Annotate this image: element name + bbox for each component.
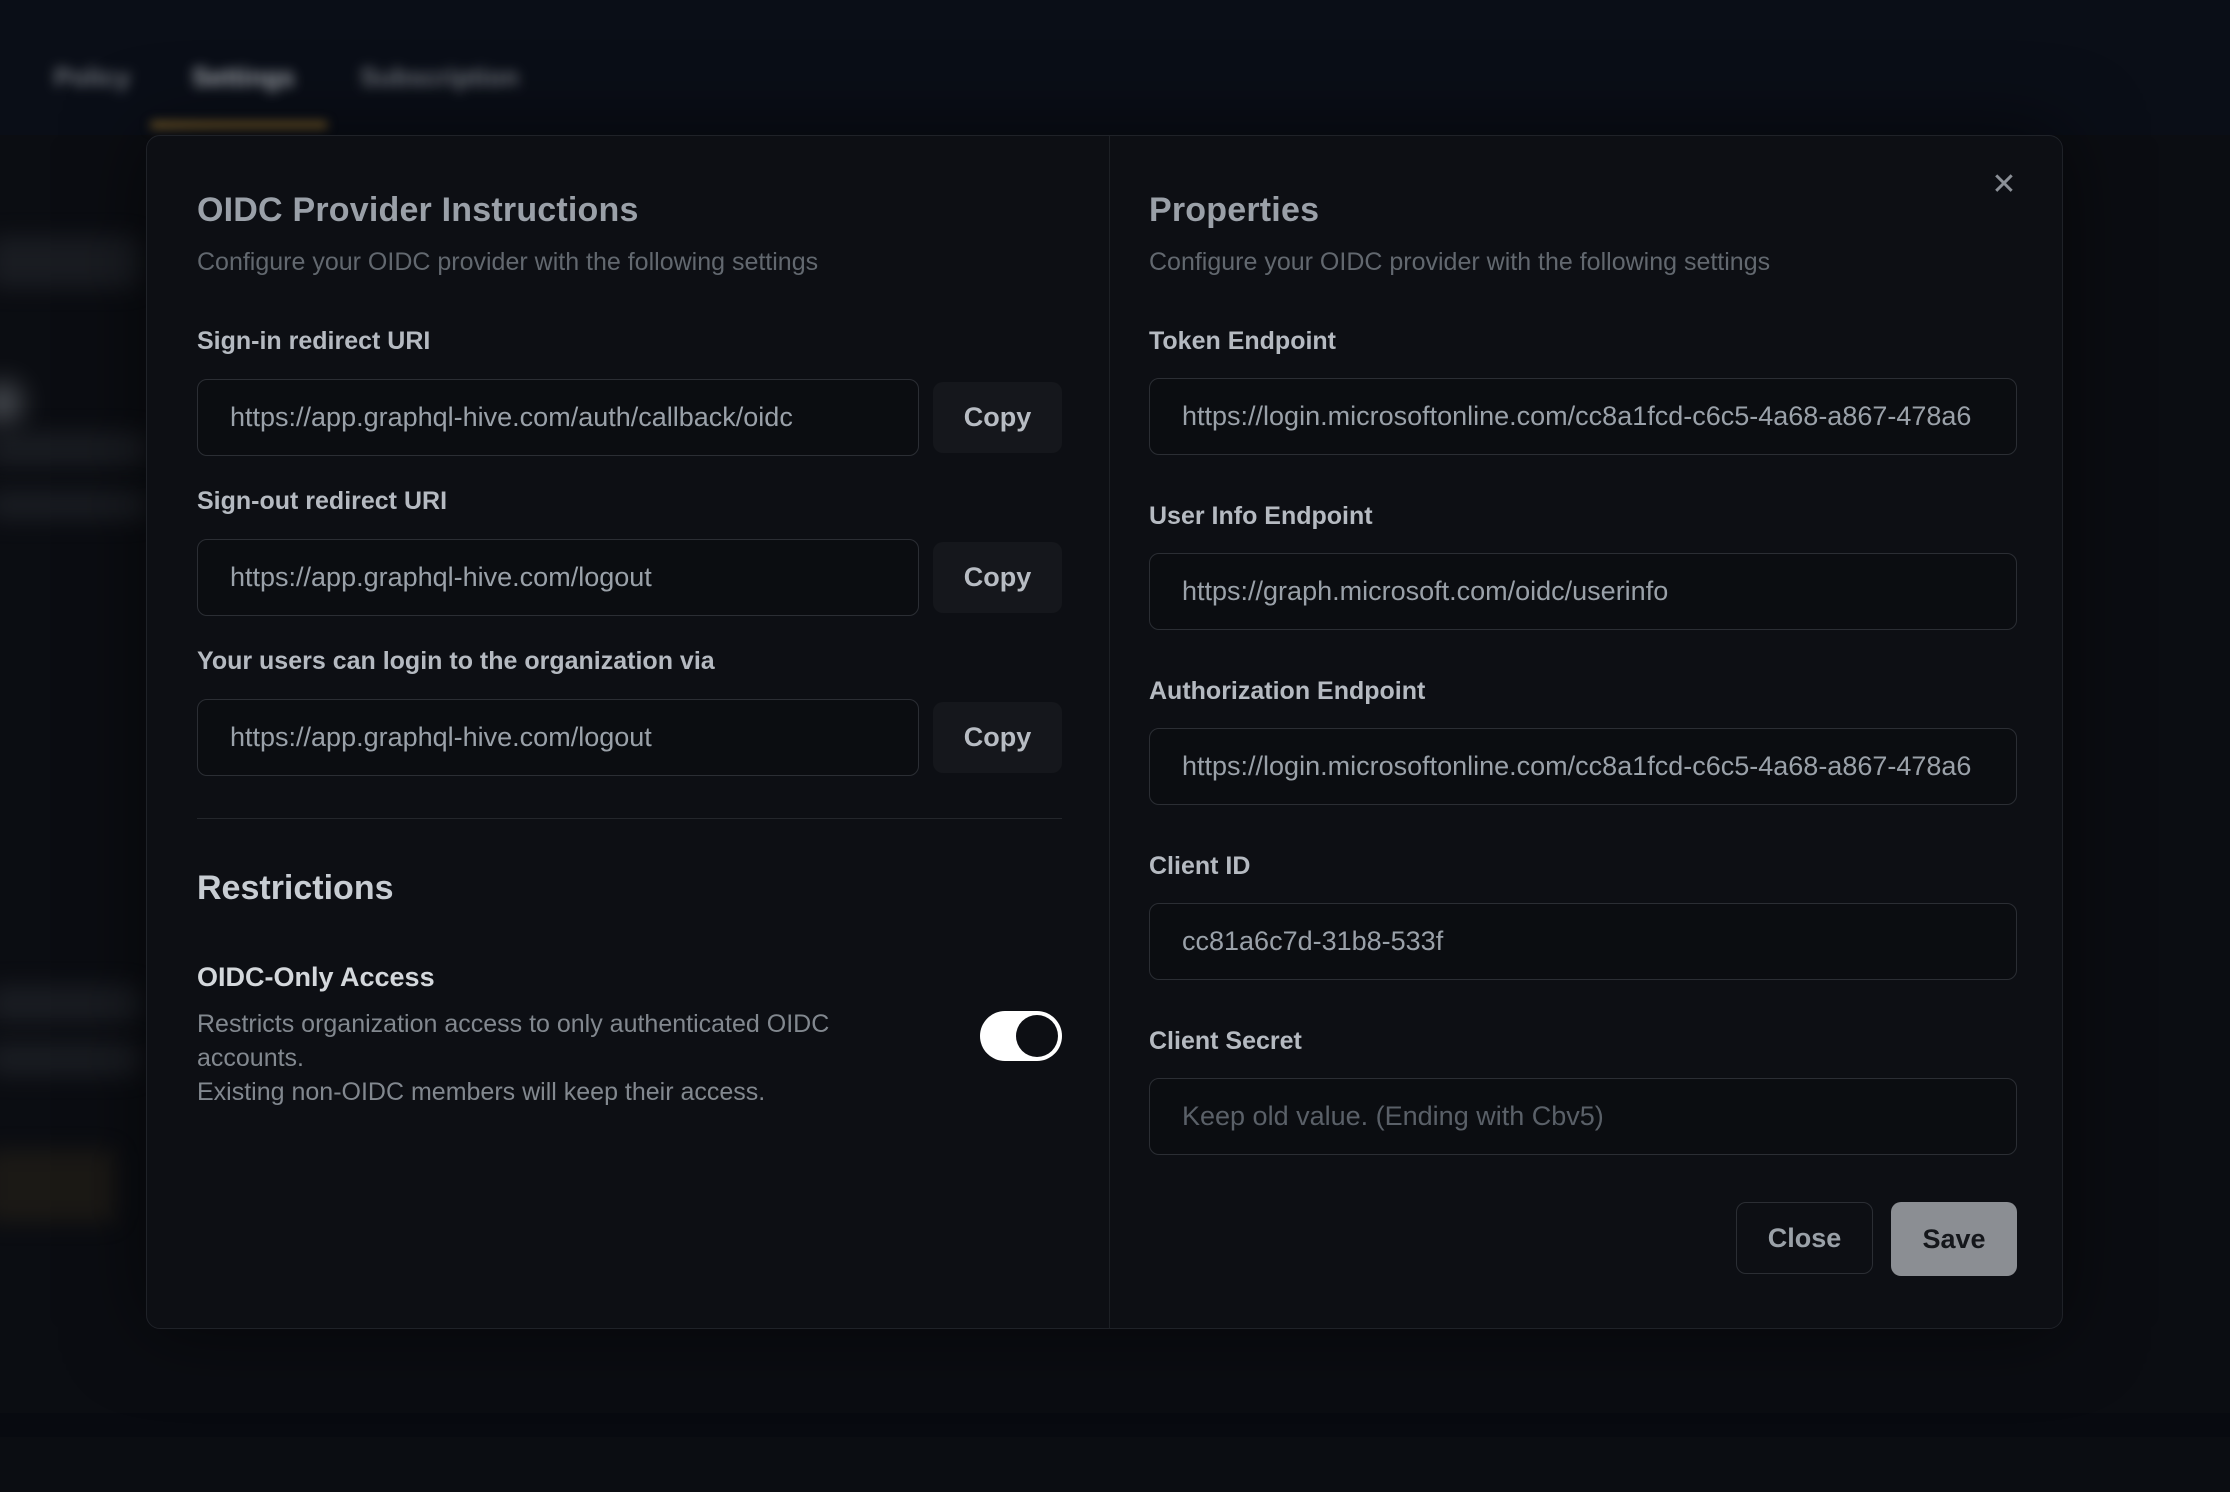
signout-redirect-input[interactable] [197, 539, 919, 616]
copy-signin-redirect-button[interactable]: Copy [933, 382, 1062, 453]
token-endpoint-input[interactable] [1149, 378, 2017, 455]
org-login-input[interactable] [197, 699, 919, 776]
signin-redirect-group: Sign-in redirect URI Copy [197, 327, 1062, 456]
client-secret-label: Client Secret [1149, 1027, 2017, 1056]
instructions-panel: OIDC Provider Instructions Configure you… [197, 181, 1062, 1109]
oidc-only-access-description-line1: Restricts organization access to only au… [197, 1007, 887, 1075]
signout-redirect-group: Sign-out redirect URI Copy [197, 487, 1062, 616]
userinfo-endpoint-label: User Info Endpoint [1149, 502, 2017, 531]
tab-settings[interactable]: Settings [192, 62, 295, 93]
instructions-subtitle: Configure your OIDC provider with the fo… [197, 248, 1062, 277]
token-endpoint-group: Token Endpoint [1149, 327, 2017, 455]
oidc-only-access-label: OIDC-Only Access [197, 962, 887, 993]
token-endpoint-label: Token Endpoint [1149, 327, 2017, 356]
properties-title: Properties [1149, 181, 2017, 230]
userinfo-endpoint-input[interactable] [1149, 553, 2017, 630]
authorization-endpoint-input[interactable] [1149, 728, 2017, 805]
modal-actions: Close Save [1149, 1202, 2017, 1276]
blurred-background-content [0, 432, 148, 466]
close-button[interactable]: Close [1736, 1202, 1873, 1274]
oidc-provider-modal: ✕ OIDC Provider Instructions Configure y… [146, 135, 2063, 1329]
blurred-background-content [0, 985, 140, 1023]
background-bottom-band [0, 1413, 2230, 1437]
save-button[interactable]: Save [1891, 1202, 2017, 1276]
toggle-thumb [1016, 1015, 1058, 1057]
client-id-group: Client ID [1149, 852, 2017, 980]
active-tab-indicator [150, 121, 328, 129]
column-divider [1109, 136, 1110, 1328]
signout-redirect-label: Sign-out redirect URI [197, 487, 1062, 516]
blurred-background-content [0, 236, 140, 288]
blurred-background-content [0, 1042, 140, 1076]
org-login-group: Your users can login to the organization… [197, 647, 1062, 776]
instructions-title: OIDC Provider Instructions [197, 181, 1062, 230]
background-top-band [0, 0, 2230, 135]
oidc-only-access-row: OIDC-Only Access Restricts organization … [197, 962, 1062, 1109]
blurred-background-content [0, 383, 20, 423]
authorization-endpoint-group: Authorization Endpoint [1149, 677, 2017, 805]
client-id-label: Client ID [1149, 852, 2017, 881]
properties-panel: Properties Configure your OIDC provider … [1149, 181, 2017, 1276]
authorization-endpoint-label: Authorization Endpoint [1149, 677, 2017, 706]
blurred-background-content [0, 490, 148, 520]
copy-org-login-button[interactable]: Copy [933, 702, 1062, 773]
client-secret-group: Client Secret [1149, 1027, 2017, 1155]
client-id-input[interactable] [1149, 903, 2017, 980]
blurred-background-button [0, 1150, 116, 1222]
oidc-only-access-description-line2: Existing non-OIDC members will keep thei… [197, 1075, 887, 1109]
copy-signout-redirect-button[interactable]: Copy [933, 542, 1062, 613]
restrictions-divider [197, 818, 1062, 819]
tab-subscription[interactable]: Subscription [360, 62, 519, 93]
org-login-label: Your users can login to the organization… [197, 647, 1062, 676]
signin-redirect-label: Sign-in redirect URI [197, 327, 1062, 356]
signin-redirect-input[interactable] [197, 379, 919, 456]
oidc-only-access-toggle[interactable] [980, 1011, 1062, 1061]
restrictions-title: Restrictions [197, 869, 1062, 908]
userinfo-endpoint-group: User Info Endpoint [1149, 502, 2017, 630]
client-secret-input[interactable] [1149, 1078, 2017, 1155]
page: Policy Settings Subscription ✕ OIDC Prov… [0, 0, 2230, 1492]
properties-subtitle: Configure your OIDC provider with the fo… [1149, 248, 2017, 277]
tab-policy[interactable]: Policy [54, 62, 131, 93]
